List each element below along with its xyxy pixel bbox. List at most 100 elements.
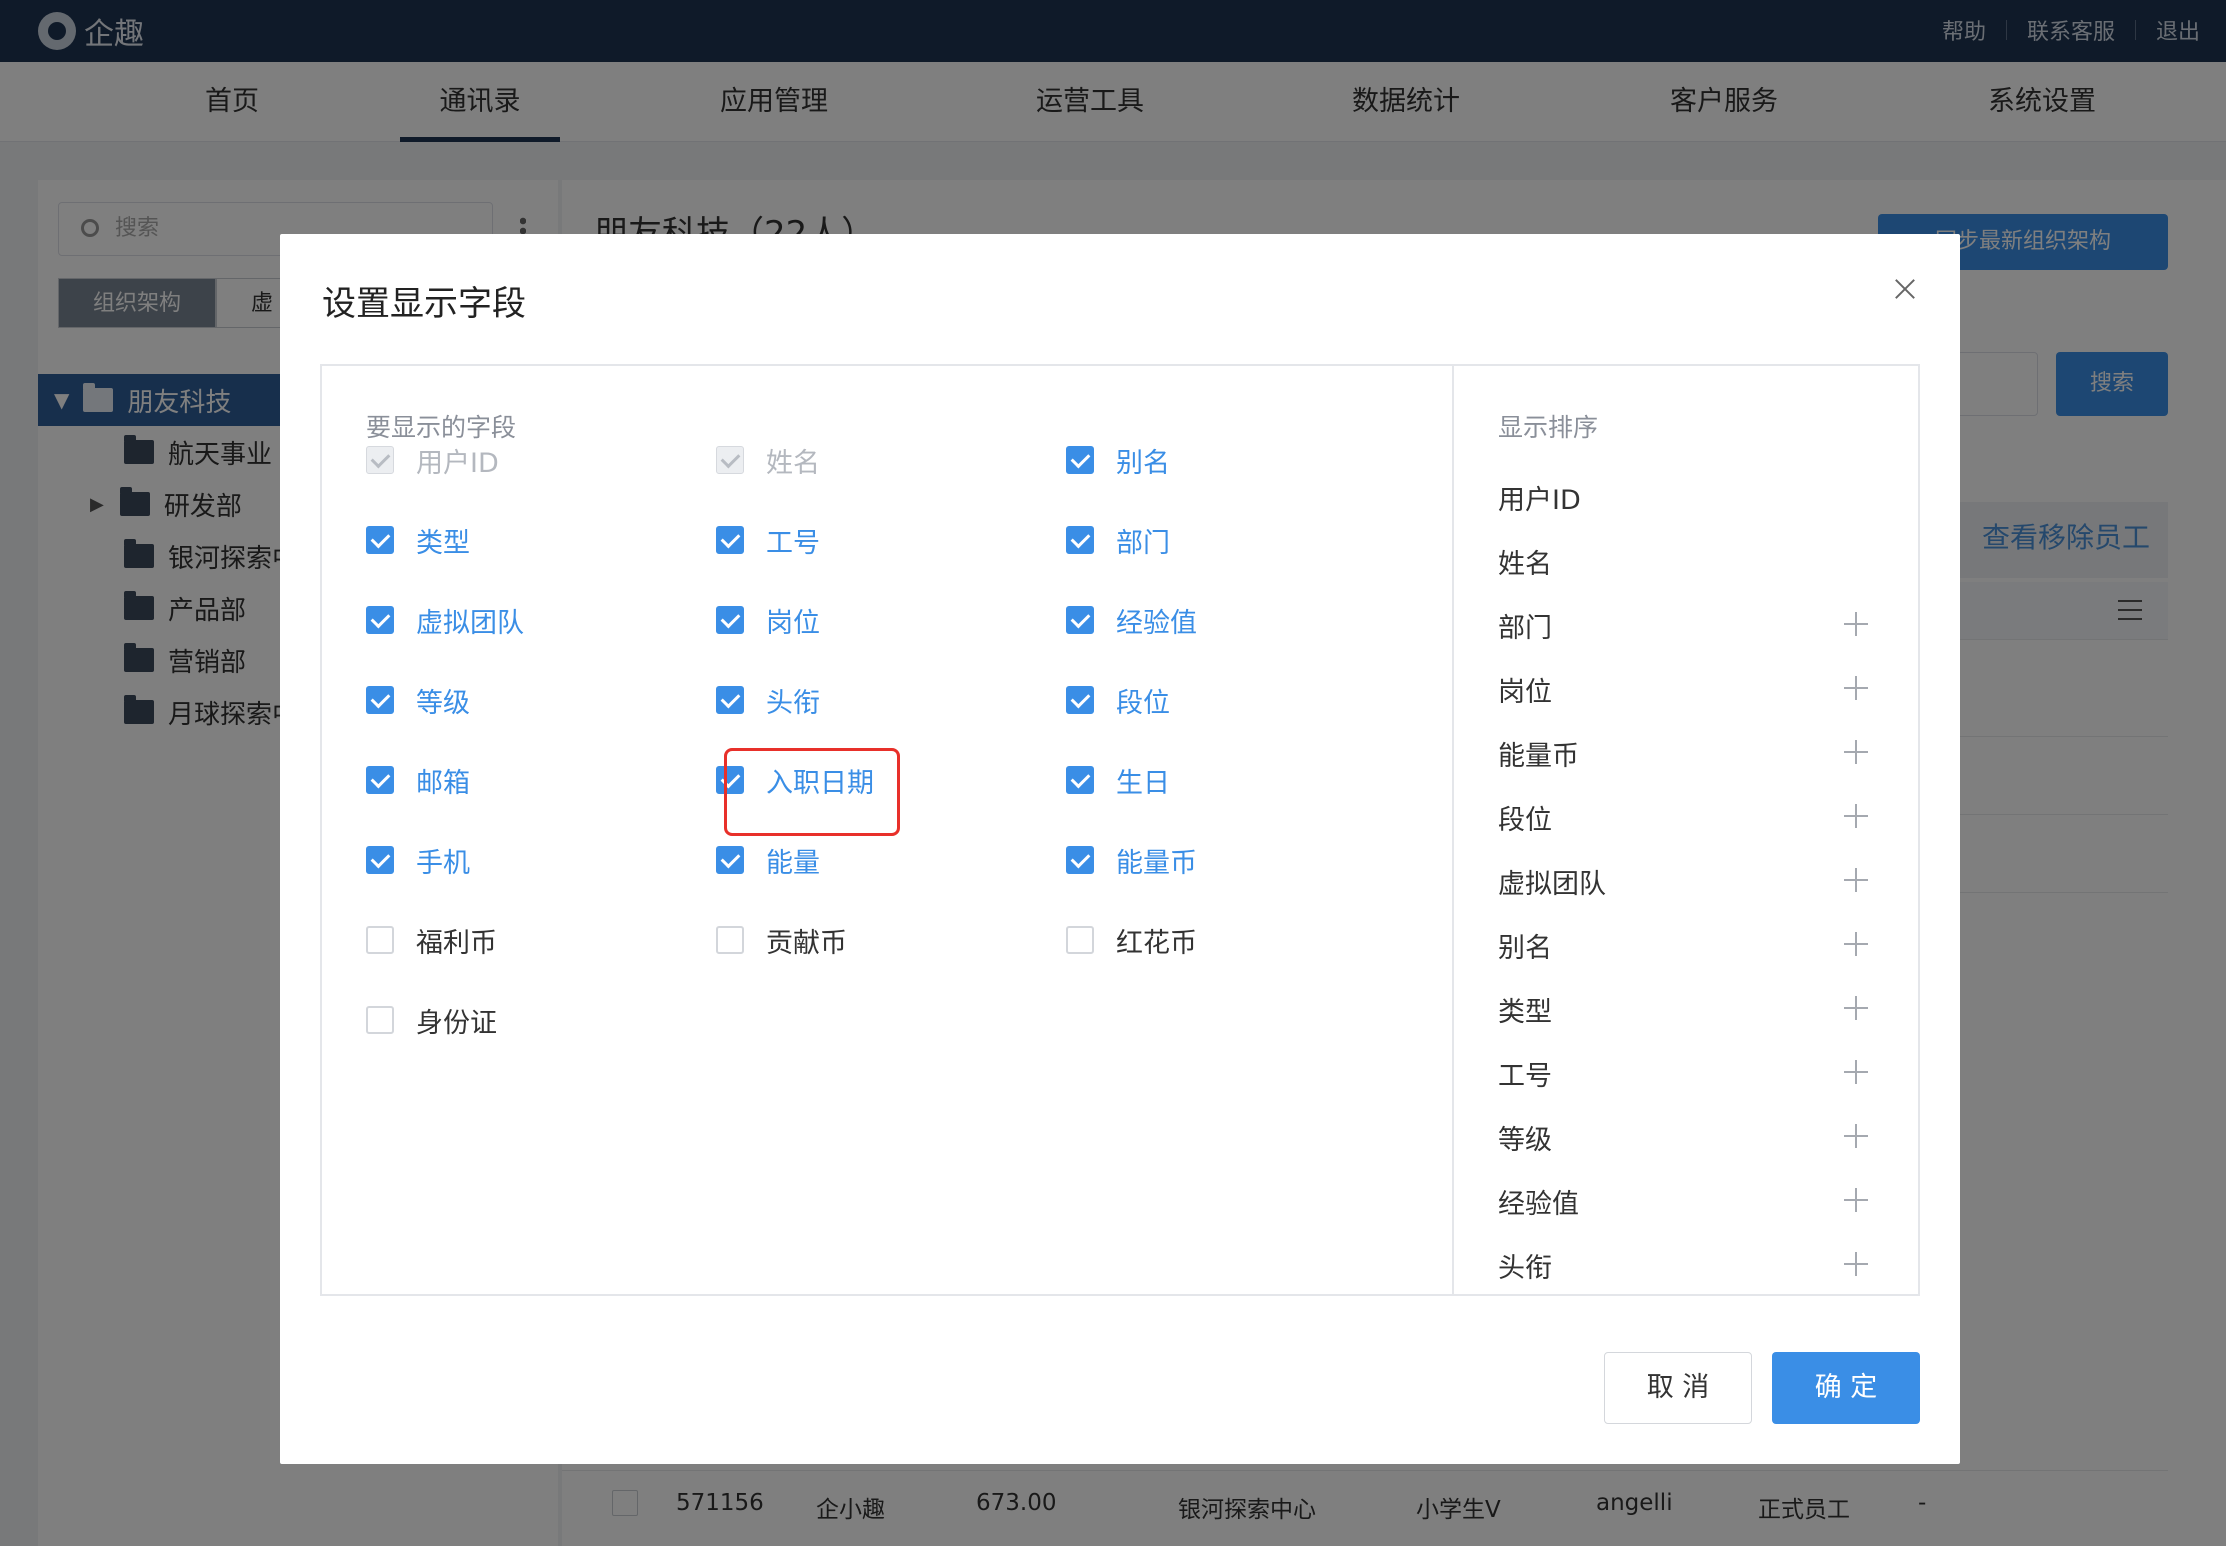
fields-section-label: 要显示的字段 [366, 413, 517, 442]
drag-handle-icon[interactable] [1844, 1188, 1868, 1212]
order-item-label: 岗位 [1498, 677, 1552, 708]
field-option[interactable]: 类型 [366, 520, 470, 560]
drag-handle-icon[interactable] [1844, 740, 1868, 764]
order-item-label: 部门 [1498, 613, 1552, 644]
order-item: 姓名 [1498, 542, 1898, 586]
order-item[interactable]: 段位 [1498, 798, 1898, 842]
field-option-label: 头衔 [766, 687, 820, 719]
order-item[interactable]: 经验值 [1498, 1182, 1898, 1226]
order-item-label: 等级 [1498, 1125, 1552, 1156]
order-item-label: 工号 [1498, 1061, 1552, 1092]
drag-handle-icon[interactable] [1844, 996, 1868, 1020]
checkbox[interactable] [366, 926, 394, 954]
checkbox[interactable] [1066, 686, 1094, 714]
order-item[interactable]: 头衔 [1498, 1246, 1898, 1290]
field-option-label: 福利币 [416, 927, 497, 959]
drag-handle-icon[interactable] [1844, 1060, 1868, 1084]
field-option[interactable]: 等级 [366, 680, 470, 720]
field-option-label: 身份证 [416, 1007, 497, 1039]
display-fields-dialog: 设置显示字段 要显示的字段 显示排序 用户ID 姓名 别名 类型 工号 部门 虚拟团队 岗位经… [280, 234, 1960, 1464]
field-option-label: 能量币 [1116, 847, 1197, 879]
field-option[interactable]: 岗位 [716, 600, 820, 640]
checkbox[interactable] [716, 926, 744, 954]
order-item[interactable]: 部门 [1498, 606, 1898, 650]
field-option-label: 岗位 [766, 607, 820, 639]
field-option-label: 手机 [416, 847, 470, 879]
checkbox[interactable] [716, 606, 744, 634]
checkbox[interactable] [366, 606, 394, 634]
field-option[interactable]: 工号 [716, 520, 820, 560]
field-option[interactable]: 能量 [716, 840, 820, 880]
field-option-label: 邮箱 [416, 767, 470, 799]
field-option: 用户ID [366, 440, 499, 480]
checkbox[interactable] [1066, 926, 1094, 954]
field-option[interactable]: 虚拟团队 [366, 600, 524, 640]
field-option[interactable]: 经验值 [1066, 600, 1197, 640]
dialog-title: 设置显示字段 [322, 284, 526, 324]
drag-handle-icon[interactable] [1844, 1124, 1868, 1148]
field-option[interactable]: 能量币 [1066, 840, 1197, 880]
order-item-label: 姓名 [1498, 549, 1552, 580]
field-option-label: 工号 [766, 527, 820, 559]
order-item-label: 虚拟团队 [1498, 869, 1606, 900]
close-icon[interactable] [1890, 274, 1920, 304]
field-option-label: 等级 [416, 687, 470, 719]
order-item[interactable]: 岗位 [1498, 670, 1898, 714]
field-option[interactable]: 贡献币 [716, 920, 847, 960]
drag-handle-icon[interactable] [1844, 676, 1868, 700]
field-option-label: 姓名 [766, 447, 820, 479]
fields-panel: 要显示的字段 显示排序 用户ID 姓名 别名 类型 工号 部门 虚拟团队 岗位 经验值 等级 头衔段… [320, 364, 1920, 1296]
field-option[interactable]: 红花币 [1066, 920, 1197, 960]
order-item-label: 用户ID [1498, 485, 1581, 516]
field-option[interactable]: 福利币 [366, 920, 497, 960]
checkbox[interactable] [1066, 526, 1094, 554]
field-option-label: 用户ID [416, 447, 499, 479]
checkbox[interactable] [366, 686, 394, 714]
field-option[interactable]: 头衔 [716, 680, 820, 720]
field-option: 姓名 [716, 440, 820, 480]
order-item-label: 经验值 [1498, 1189, 1579, 1220]
cancel-button[interactable]: 取 消 [1604, 1352, 1752, 1424]
order-item: 用户ID [1498, 478, 1898, 522]
drag-handle-icon[interactable] [1844, 804, 1868, 828]
drag-handle-icon[interactable] [1844, 868, 1868, 892]
field-option[interactable]: 邮箱 [366, 760, 470, 800]
checkbox[interactable] [366, 1006, 394, 1034]
checkbox[interactable] [366, 526, 394, 554]
checkbox[interactable] [716, 686, 744, 714]
checkbox[interactable] [366, 766, 394, 794]
checkbox [716, 446, 744, 474]
field-option[interactable]: 手机 [366, 840, 470, 880]
field-option-label: 经验值 [1116, 607, 1197, 639]
drag-handle-icon[interactable] [1844, 612, 1868, 636]
checkbox[interactable] [1066, 606, 1094, 634]
checkbox[interactable] [716, 526, 744, 554]
drag-handle-icon[interactable] [1844, 1252, 1868, 1276]
checkbox[interactable] [1066, 766, 1094, 794]
checkbox[interactable] [716, 846, 744, 874]
order-item[interactable]: 类型 [1498, 990, 1898, 1034]
order-item[interactable]: 虚拟团队 [1498, 862, 1898, 906]
confirm-button[interactable]: 确 定 [1772, 1352, 1920, 1424]
drag-handle-icon[interactable] [1844, 932, 1868, 956]
order-item[interactable]: 别名 [1498, 926, 1898, 970]
field-option-label: 生日 [1116, 767, 1170, 799]
order-item[interactable]: 能量币 [1498, 734, 1898, 778]
field-option[interactable]: 部门 [1066, 520, 1170, 560]
field-option[interactable]: 别名 [1066, 440, 1170, 480]
order-item-label: 类型 [1498, 997, 1552, 1028]
field-option[interactable]: 生日 [1066, 760, 1170, 800]
field-option[interactable]: 段位 [1066, 680, 1170, 720]
field-option[interactable]: 身份证 [366, 1000, 497, 1040]
highlight-box [724, 748, 900, 836]
checkbox[interactable] [1066, 446, 1094, 474]
order-section-label: 显示排序 [1498, 413, 1599, 442]
field-option-label: 段位 [1116, 687, 1170, 719]
order-item-label: 头衔 [1498, 1253, 1552, 1284]
checkbox [366, 446, 394, 474]
checkbox[interactable] [1066, 846, 1094, 874]
order-item[interactable]: 等级 [1498, 1118, 1898, 1162]
field-option-label: 能量 [766, 847, 820, 879]
checkbox[interactable] [366, 846, 394, 874]
order-item[interactable]: 工号 [1498, 1054, 1898, 1098]
